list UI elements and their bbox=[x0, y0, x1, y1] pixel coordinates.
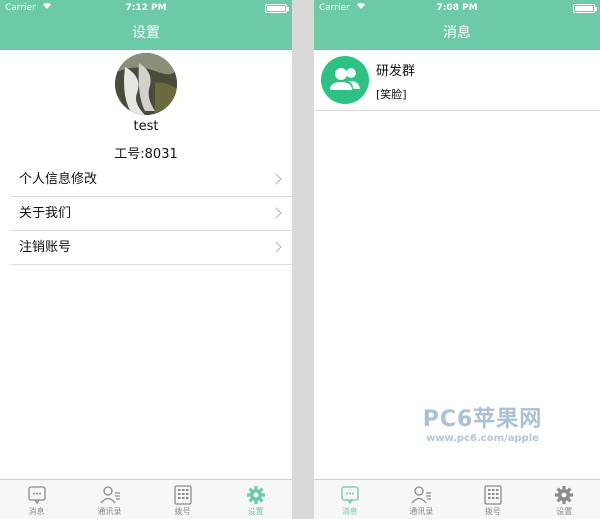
menu-item-logout[interactable]: 注销账号 bbox=[10, 231, 292, 265]
settings-menu: 个人信息修改 关于我们 注销账号 bbox=[10, 163, 292, 265]
contacts-icon bbox=[99, 485, 121, 505]
contacts-icon bbox=[410, 485, 432, 505]
group-icon bbox=[321, 56, 369, 104]
tab-label: 设置 bbox=[556, 507, 573, 516]
page-title: 设置 bbox=[132, 25, 160, 41]
chat-preview: [笑脸] bbox=[376, 88, 407, 101]
tab-label: 通讯录 bbox=[97, 507, 122, 516]
chat-list-item[interactable]: 研发群 [笑脸] bbox=[314, 50, 600, 111]
avatar[interactable] bbox=[115, 53, 177, 115]
page-title: 消息 bbox=[443, 25, 471, 41]
status-bar: Carrier 7:12 PM bbox=[0, 0, 292, 16]
tab-messages[interactable]: 消息 bbox=[0, 480, 73, 519]
tab-bar: 消息 通讯录 拨号 设置 bbox=[314, 479, 600, 519]
profile-name: test bbox=[133, 119, 159, 134]
tab-dialpad[interactable]: 拨号 bbox=[457, 480, 529, 519]
watermark-url: www.pc6.com/apple bbox=[426, 433, 539, 444]
tab-label: 消息 bbox=[341, 507, 358, 516]
chevron-right-icon bbox=[270, 207, 282, 219]
nav-header: Carrier 7:12 PM 设置 bbox=[0, 0, 292, 50]
clock-label: 7:12 PM bbox=[125, 3, 167, 13]
tab-bar: 消息 通讯录 拨号 设置 bbox=[0, 479, 292, 519]
gear-icon bbox=[245, 485, 267, 505]
menu-item-label: 注销账号 bbox=[19, 240, 72, 255]
chat-bubble-icon bbox=[26, 485, 48, 505]
nav-header: Carrier 7:08 PM 消息 bbox=[314, 0, 600, 50]
tab-contacts[interactable]: 通讯录 bbox=[386, 480, 458, 519]
menu-item-label: 关于我们 bbox=[19, 206, 72, 221]
chat-name: 研发群 bbox=[376, 64, 416, 79]
chevron-right-icon bbox=[270, 241, 282, 253]
tab-contacts[interactable]: 通讯录 bbox=[73, 480, 146, 519]
tab-label: 通讯录 bbox=[409, 507, 434, 516]
dialpad-icon bbox=[482, 485, 504, 505]
watermark-logo: PC6苹果网 bbox=[422, 407, 543, 432]
tab-label: 设置 bbox=[247, 507, 264, 516]
menu-item-about-us[interactable]: 关于我们 bbox=[10, 197, 292, 231]
settings-screen: Carrier 7:12 PM 设置 test 工号:8031 个人信息修改 关… bbox=[0, 0, 292, 519]
tab-label: 拨号 bbox=[174, 507, 191, 516]
chevron-right-icon bbox=[270, 173, 282, 185]
tab-settings[interactable]: 设置 bbox=[529, 480, 600, 519]
status-bar: Carrier 7:08 PM bbox=[314, 0, 600, 16]
tab-dialpad[interactable]: 拨号 bbox=[146, 480, 219, 519]
menu-item-label: 个人信息修改 bbox=[19, 172, 98, 187]
battery-icon bbox=[265, 4, 289, 13]
tab-settings[interactable]: 设置 bbox=[219, 480, 292, 519]
tab-messages[interactable]: 消息 bbox=[314, 480, 386, 519]
watermark: PC6苹果网 www.pc6.com/apple bbox=[420, 407, 545, 444]
clock-label: 7:08 PM bbox=[436, 3, 478, 13]
menu-item-edit-profile[interactable]: 个人信息修改 bbox=[10, 163, 292, 197]
employee-id: 工号:8031 bbox=[114, 147, 178, 162]
battery-icon bbox=[573, 4, 597, 13]
chat-bubble-icon bbox=[339, 485, 361, 505]
dialpad-icon bbox=[172, 485, 194, 505]
tab-label: 消息 bbox=[28, 507, 45, 516]
tab-label: 拨号 bbox=[484, 507, 501, 516]
messages-screen: Carrier 7:08 PM 消息 研发群 [笑脸] PC6苹果网 www.p… bbox=[314, 0, 600, 519]
gear-icon bbox=[553, 485, 575, 505]
